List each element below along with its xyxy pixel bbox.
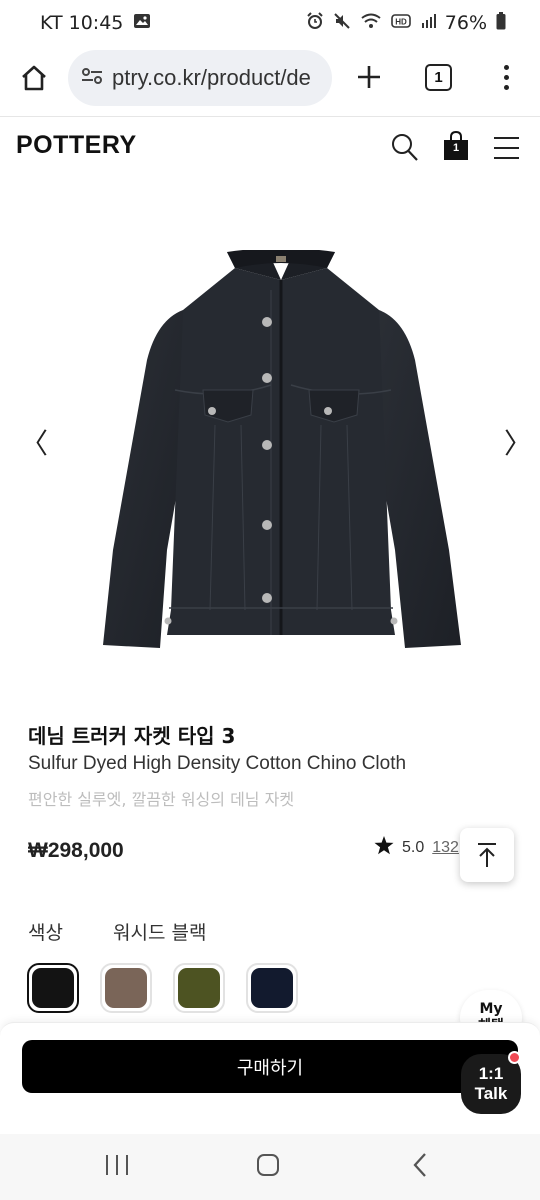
benefit-line-1: My (479, 1000, 503, 1017)
star-icon (374, 836, 394, 860)
mute-icon (333, 12, 351, 35)
rating-summary[interactable]: 5.0 132 (374, 836, 459, 860)
color-option-label: 색상 (28, 922, 63, 944)
selected-color-name: 워시드 블랙 (113, 922, 207, 944)
color-swatch[interactable] (100, 963, 152, 1013)
talk-line-1: 1:1 (478, 1064, 504, 1084)
recent-apps-icon[interactable] (106, 1155, 128, 1177)
tab-switcher-button[interactable]: 1 (425, 64, 452, 91)
color-swatch-fill (251, 968, 293, 1008)
carrier-time: KT 10:45 (40, 12, 124, 34)
color-swatch-fill (105, 968, 147, 1008)
notification-dot (508, 1051, 521, 1064)
product-name-english: Sulfur Dyed High Density Cotton Chino Cl… (28, 753, 407, 774)
color-swatch[interactable] (246, 963, 298, 1013)
signal-icon (420, 12, 436, 34)
product-description: 편안한 실루엣, 깔끔한 워싱의 데님 자켓 (28, 790, 295, 809)
status-bar: KT 10:45 HD 76% (0, 0, 540, 46)
arrow-up-icon (478, 843, 496, 867)
wifi-icon (360, 12, 382, 35)
home-nav-icon[interactable] (257, 1154, 279, 1176)
product-price: ₩298,000 (28, 839, 124, 862)
site-logo[interactable]: POTTERY (16, 131, 137, 160)
color-swatch-fill (32, 968, 74, 1008)
color-swatch[interactable] (27, 963, 79, 1013)
url-text[interactable]: ptry.co.kr/product/de (112, 65, 322, 91)
browser-menu-button[interactable] (494, 60, 518, 94)
rating-score: 5.0 (402, 839, 425, 856)
search-icon[interactable] (391, 133, 419, 163)
review-count-link[interactable]: 132 (432, 839, 459, 857)
system-navigation-bar (0, 1134, 540, 1200)
more-dot (503, 74, 509, 80)
purchase-bar: 구매하기 (0, 1022, 540, 1134)
hd-icon: HD (390, 12, 411, 34)
cart-count-badge: 1 (452, 142, 460, 154)
browser-toolbar: ptry.co.kr/product/de 1 (0, 46, 540, 116)
new-tab-button[interactable] (352, 60, 386, 94)
more-dot (503, 64, 509, 70)
more-dot (503, 84, 509, 90)
back-icon[interactable] (410, 1152, 430, 1178)
color-swatch-list (27, 963, 298, 1013)
buy-button[interactable]: 구매하기 (22, 1040, 518, 1093)
product-name: 데님 트러커 자켓 타입 3 (28, 724, 236, 748)
color-swatch-fill (178, 968, 220, 1008)
product-image-denim-jacket (103, 250, 461, 648)
alarm-icon (306, 11, 324, 35)
site-settings-icon[interactable] (80, 66, 104, 90)
battery-percent: 76% (444, 12, 487, 34)
site-header: POTTERY 1 (0, 117, 540, 179)
url-bar[interactable]: ptry.co.kr/product/de (68, 50, 332, 106)
talk-line-2: Talk (474, 1084, 508, 1103)
gallery-prev-arrow[interactable]: 〈 (20, 430, 48, 458)
cart-button[interactable]: 1 (442, 130, 470, 163)
image-icon (133, 12, 151, 34)
gallery-next-arrow[interactable]: 〉 (504, 430, 532, 458)
hamburger-menu-icon[interactable] (494, 137, 519, 159)
home-icon (22, 65, 46, 91)
battery-icon (496, 11, 506, 35)
color-swatch[interactable] (173, 963, 225, 1013)
svg-text:HD: HD (395, 18, 407, 27)
plus-icon (358, 66, 380, 88)
scroll-to-top-button[interactable] (460, 828, 514, 882)
browser-home-button[interactable] (16, 60, 52, 96)
product-gallery[interactable]: 〈 〉 (0, 180, 540, 700)
